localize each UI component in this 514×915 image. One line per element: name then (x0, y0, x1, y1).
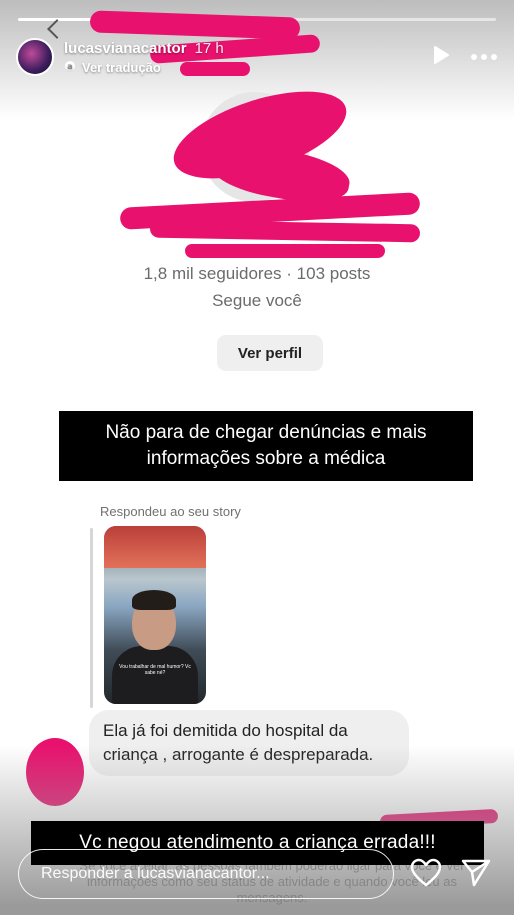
thumbnail-person-hair (132, 590, 176, 610)
story-viewer[interactable]: lucasvianacantor 17 h a Ver tradução 1,8… (0, 0, 514, 915)
username[interactable]: lucasvianacantor (64, 40, 187, 57)
translate-link[interactable]: a Ver tradução (64, 60, 224, 75)
view-profile-button[interactable]: Ver perfil (217, 335, 323, 371)
svg-text:a: a (67, 62, 72, 71)
translate-label: Ver tradução (82, 59, 161, 75)
heart-icon[interactable] (410, 858, 442, 893)
story-caption-top: Não para de chegar denúncias e mais info… (59, 411, 473, 481)
replied-to-story-label: Respondeu ao seu story (100, 504, 241, 519)
redaction-scribble (185, 244, 385, 258)
follows-you-label: Segue você (212, 291, 302, 310)
reply-quote-line (90, 528, 93, 708)
more-icon[interactable] (470, 48, 498, 66)
avatar[interactable] (16, 38, 54, 76)
redaction-scribble (149, 219, 421, 243)
story-header: lucasvianacantor 17 h a Ver tradução (16, 34, 498, 80)
profile-stats: 1,8 mil seguidores · 103 posts (143, 264, 371, 283)
thumbnail-ceiling (104, 526, 206, 568)
story-thumbnail[interactable]: Vou trabalhar de mal humor? Vc sabe né? (104, 526, 206, 704)
post-time: 17 h (194, 39, 224, 57)
reply-input[interactable] (18, 849, 394, 899)
play-icon[interactable] (432, 45, 450, 70)
send-icon[interactable] (460, 858, 492, 893)
thumbnail-caption: Vou trabalhar de mal humor? Vc sabe né? (119, 664, 191, 676)
translate-icon: a (64, 60, 76, 75)
